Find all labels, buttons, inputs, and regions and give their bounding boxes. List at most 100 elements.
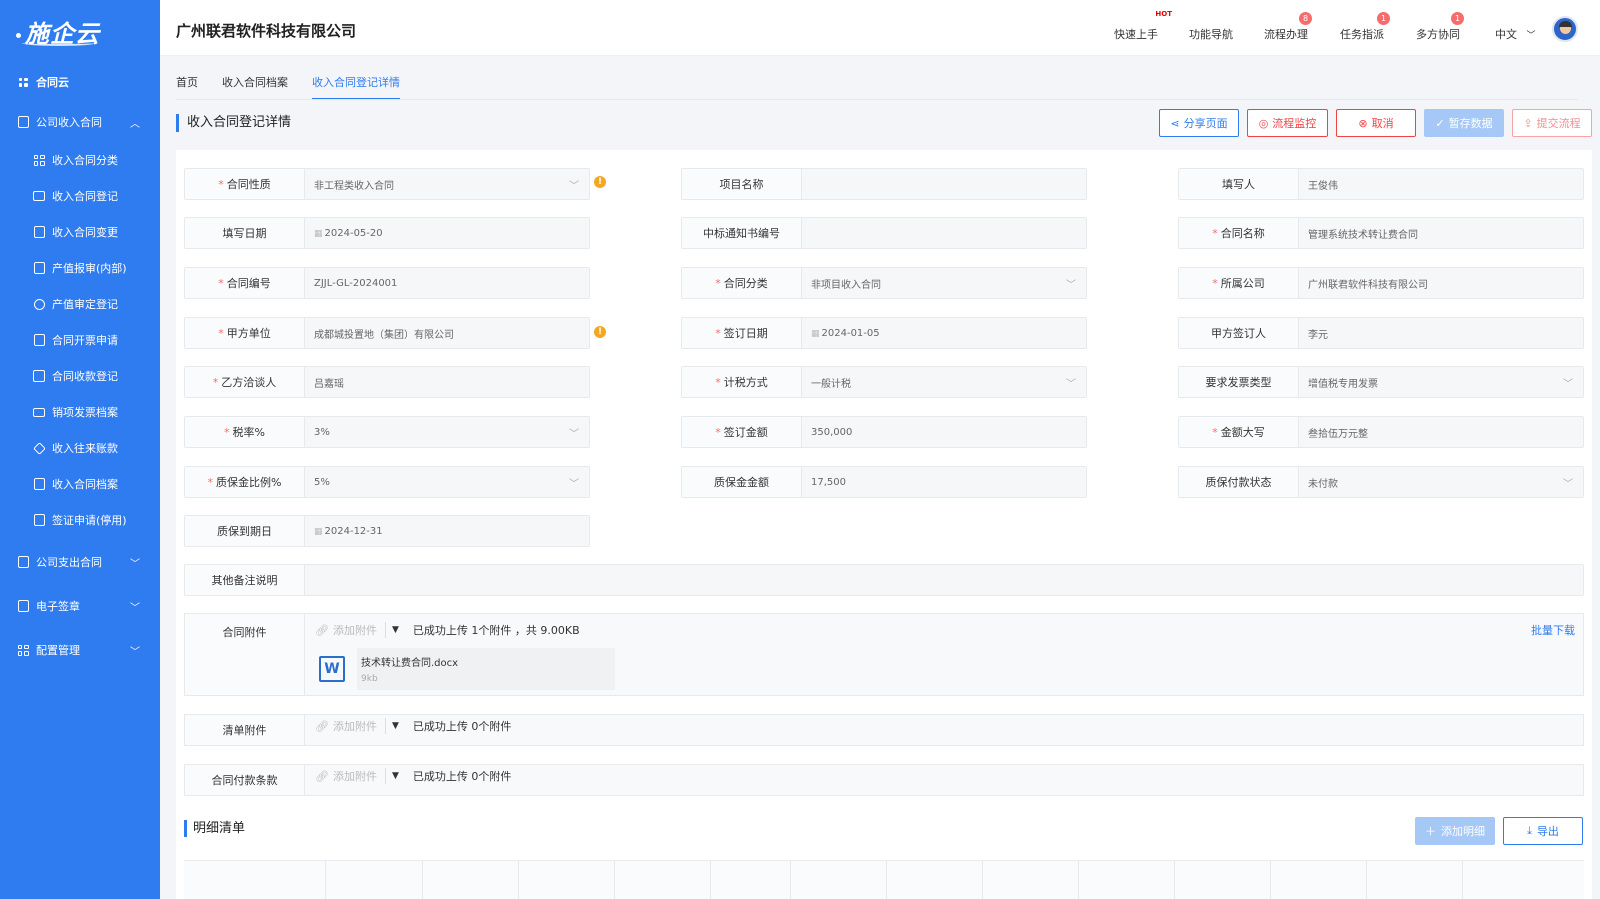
upload-info: 已成功上传 1个附件 ，共 9.00KB (412, 624, 580, 637)
sign-amount-field[interactable]: * 签订金额 350,000 (681, 416, 1087, 448)
sidebar-item-contract-change[interactable]: 收入合同变更 (0, 214, 160, 250)
project-name-field[interactable]: 项目名称 (681, 168, 1087, 200)
add-detail-button[interactable]: ＋ 添加明细 (1415, 817, 1495, 845)
sidebar-item-receivables[interactable]: 收入往来账款 (0, 430, 160, 466)
table-header-cell (1271, 861, 1367, 899)
save-draft-button[interactable]: ✓ 暂存数据 (1424, 109, 1504, 137)
sidebar-item-contract-category[interactable]: 收入合同分类 (0, 142, 160, 178)
field-label: 质保付款状态 (1205, 476, 1272, 489)
contract-number-field[interactable]: * 合同编号 ZJJL-GL-2024001 (184, 267, 590, 299)
chevron-down-icon: ﹀ (1563, 478, 1573, 490)
nav-label: 任务指派 (1340, 28, 1384, 41)
monitor-icon: ◎ (1258, 116, 1269, 130)
tab-home[interactable]: 首页 (176, 74, 198, 90)
bid-notice-number-field[interactable]: 中标通知书编号 (681, 217, 1087, 249)
tab-contract-archive[interactable]: 收入合同档案 (222, 74, 288, 90)
sidebar-item-visa-apply[interactable]: 签证申请(停用) (0, 502, 160, 538)
sidebar-group-expense[interactable]: 公司支出合同 ﹀ (0, 542, 160, 582)
sidebar-group-label: 配置管理 (36, 644, 80, 657)
nav-process[interactable]: 流程办理 8 (1264, 12, 1312, 42)
submit-button[interactable]: ⇪ 提交流程 (1512, 109, 1592, 137)
add-detail-label: 添加明细 (1441, 825, 1485, 838)
chevron-down-icon: ﹀ (130, 646, 140, 658)
nav-function-guide[interactable]: 功能导航 (1189, 26, 1233, 42)
warning-icon[interactable]: ! (594, 326, 606, 338)
field-label: 项目名称 (719, 178, 764, 191)
sidebar-item-label: 销项发票档案 (52, 406, 118, 419)
nav-quick-start[interactable]: 快速上手 HOT (1114, 10, 1172, 42)
remarks-field[interactable]: 其他备注说明 (184, 564, 1584, 596)
sidebar-group-config[interactable]: 配置管理 ﹀ (0, 630, 160, 670)
field-value: 350,000 (811, 426, 853, 438)
party-a-field[interactable]: * 甲方单位 成都城投置地（集团）有限公司 (184, 317, 590, 349)
sidebar-item-output-approve[interactable]: 产值审定登记 (0, 286, 160, 322)
attachment-label: 合同附件 (185, 614, 305, 695)
hot-badge: HOT (1155, 10, 1172, 18)
sidebar-item-receipt-register[interactable]: 合同收款登记 (0, 358, 160, 394)
language-select[interactable]: 中文 ﹀ (1495, 26, 1536, 42)
sidebar-item-home[interactable]: 合同云 (0, 62, 160, 102)
table-header-cell (326, 861, 423, 899)
fill-date-field[interactable]: 填写日期 ▦ 2024-05-20 (184, 217, 590, 249)
contract-nature-select[interactable]: * 合同性质 非工程类收入合同 ﹀ (184, 168, 590, 200)
sidebar-item-label: 收入合同登记 (52, 190, 118, 203)
logo[interactable]: 施企云 (0, 0, 160, 62)
download-icon: ⤓ (1527, 824, 1532, 837)
sidebar-item-contract-archive[interactable]: 收入合同档案 (0, 466, 160, 502)
tax-method-select[interactable]: * 计税方式 一般计税 ﹀ (681, 366, 1087, 398)
party-a-signer-field[interactable]: 甲方签订人 李元 (1178, 317, 1584, 349)
sidebar-item-contract-register[interactable]: 收入合同登记 (0, 178, 160, 214)
warranty-amount-field[interactable]: 质保金金额 17,500 (681, 466, 1087, 498)
payment-terms-attachment-section: 合同付款条款 🔗︎ 添加附件 ▼ 已成功上传 0个附件 (184, 764, 1584, 796)
amount-in-words-field[interactable]: * 金额大写 叁拾伍万元整 (1178, 416, 1584, 448)
grid-icon (16, 643, 30, 657)
contract-category-select[interactable]: * 合同分类 非项目收入合同 ﹀ (681, 267, 1087, 299)
warranty-ratio-select[interactable]: * 质保金比例% 5% ﹀ (184, 466, 590, 498)
contract-name-field[interactable]: * 合同名称 管理系统技术转让费合同 (1178, 217, 1584, 249)
nav-label: 功能导航 (1189, 28, 1233, 41)
export-button[interactable]: ⤓ 导出 (1503, 817, 1583, 845)
sidebar-item-output-review[interactable]: 产值报审(内部) (0, 250, 160, 286)
cancel-button[interactable]: ⊗ 取消 (1336, 109, 1416, 137)
table-header-cell (1175, 861, 1271, 899)
link-icon: 🔗︎ (315, 769, 329, 783)
field-value: 2024-12-31 (324, 525, 383, 537)
doc-edit-icon (32, 225, 46, 239)
caret-down-icon[interactable]: ▼ (392, 771, 399, 781)
collab-count-badge: 1 (1451, 12, 1464, 25)
add-attachment-button[interactable]: 🔗︎ 添加附件 (315, 718, 386, 734)
party-b-negotiator-field[interactable]: * 乙方洽谈人 吕嘉瑶 (184, 366, 590, 398)
field-label: 乙方洽谈人 (221, 376, 277, 389)
sign-date-field[interactable]: * 签订日期 ▦ 2024-01-05 (681, 317, 1087, 349)
nav-collaboration[interactable]: 多方协同 1 (1416, 12, 1464, 42)
avatar[interactable] (1552, 16, 1578, 42)
warning-icon[interactable]: ! (594, 176, 606, 188)
check-icon: ✓ (1435, 116, 1445, 130)
warranty-expiry-field[interactable]: 质保到期日 ▦ 2024-12-31 (184, 515, 590, 547)
share-button[interactable]: ⋖ 分享页面 (1159, 109, 1239, 137)
edit-icon (32, 261, 46, 275)
caret-down-icon[interactable]: ▼ (392, 721, 399, 731)
warranty-payment-status-select[interactable]: 质保付款状态 未付款 ﹀ (1178, 466, 1584, 498)
doc-icon (32, 477, 46, 491)
sidebar-item-invoice-apply[interactable]: 合同开票申请 (0, 322, 160, 358)
add-attachment-button[interactable]: 🔗︎ 添加附件 (315, 768, 386, 784)
filler-field[interactable]: 填写人 王俊伟 (1178, 168, 1584, 200)
company-field[interactable]: * 所属公司 广州联君软件科技有限公司 (1178, 267, 1584, 299)
invoice-type-select[interactable]: 要求发票类型 增值税专用发票 ﹀ (1178, 366, 1584, 398)
add-attachment-button[interactable]: 🔗︎ 添加附件 (315, 622, 386, 638)
batch-download-link[interactable]: 批量下载 (1531, 622, 1575, 638)
monitor-button[interactable]: ◎ 流程监控 (1247, 109, 1328, 137)
sidebar-group-esign[interactable]: 电子签章 ﹀ (0, 586, 160, 626)
logo-swoosh (22, 40, 96, 46)
caret-down-icon[interactable]: ▼ (392, 625, 399, 635)
chevron-down-icon: ﹀ (569, 428, 579, 440)
sidebar-item-sales-invoice[interactable]: 销项发票档案 (0, 394, 160, 430)
attachment-file[interactable]: W 技术转让费合同.docx 9kb (315, 648, 1573, 690)
nav-task-assign[interactable]: 任务指派 1 (1340, 12, 1390, 42)
field-label: 税率% (232, 426, 265, 439)
tab-contract-detail[interactable]: 收入合同登记详情 (312, 74, 400, 100)
sidebar-group-income[interactable]: 公司收入合同 ︿ (0, 102, 160, 142)
calendar-icon: ▦ (811, 328, 820, 339)
tax-rate-select[interactable]: * 税率% 3% ﹀ (184, 416, 590, 448)
